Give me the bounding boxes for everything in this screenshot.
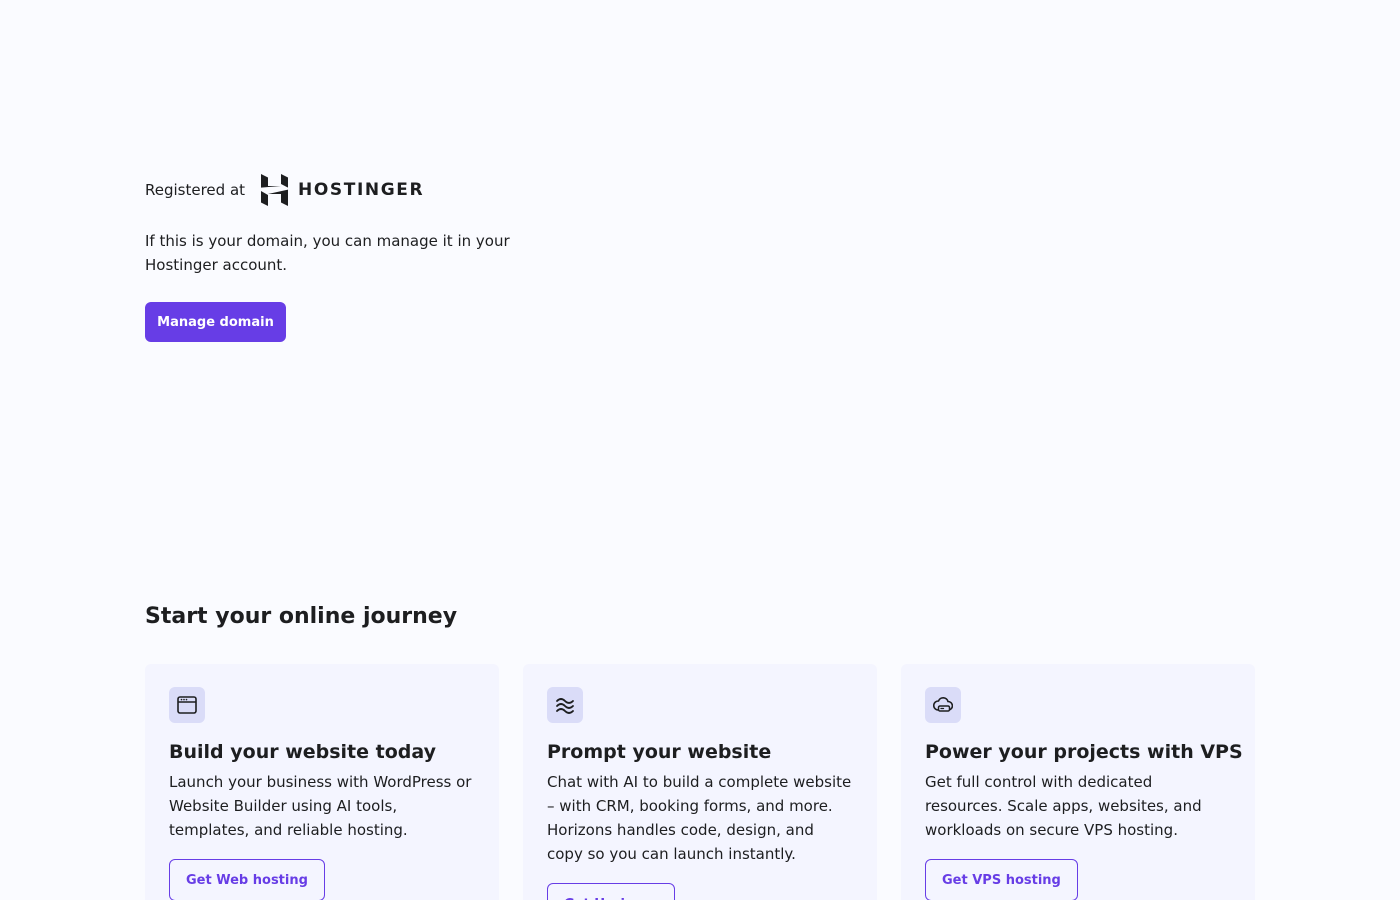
card-title: Power your projects with VPS [925, 741, 1243, 763]
manage-domain-description: If this is your domain, you can manage i… [145, 232, 510, 274]
get-vps-hosting-button[interactable]: Get VPS hosting [925, 859, 1078, 900]
card-description: Launch your business with WordPress or W… [169, 773, 472, 839]
journey-cards: Build your website today Launch your bus… [145, 664, 1255, 900]
card-title: Prompt your website [547, 741, 772, 763]
get-horizons-button[interactable]: Get Horizons [547, 883, 676, 900]
waves-icon [547, 687, 583, 723]
hostinger-wordmark: HOSTINGER [298, 180, 425, 200]
journey-section-title: Start your online journey [145, 604, 458, 629]
card-description: Get full control with dedicated resource… [925, 773, 1202, 839]
vps-hosting-card: Power your projects with VPS Get full co… [901, 664, 1255, 900]
page: Registered at HOSTINGER If this is your … [0, 0, 1400, 900]
card-description: Chat with AI to build a complete website… [547, 773, 852, 863]
card-title: Build your website today [169, 741, 437, 763]
web-hosting-card: Build your website today Launch your bus… [145, 664, 499, 900]
get-web-hosting-button[interactable]: Get Web hosting [169, 859, 325, 900]
cloud-server-icon [925, 687, 961, 723]
browser-window-icon [169, 687, 205, 723]
hostinger-logo-icon [261, 174, 289, 206]
hostinger-logo: HOSTINGER [261, 174, 424, 206]
manage-domain-button[interactable]: Manage domain [145, 302, 286, 342]
registered-label: Registered at [145, 181, 246, 199]
horizons-card: Prompt your website Chat with AI to buil… [523, 664, 877, 900]
registered-row: Registered at HOSTINGER [145, 172, 424, 208]
